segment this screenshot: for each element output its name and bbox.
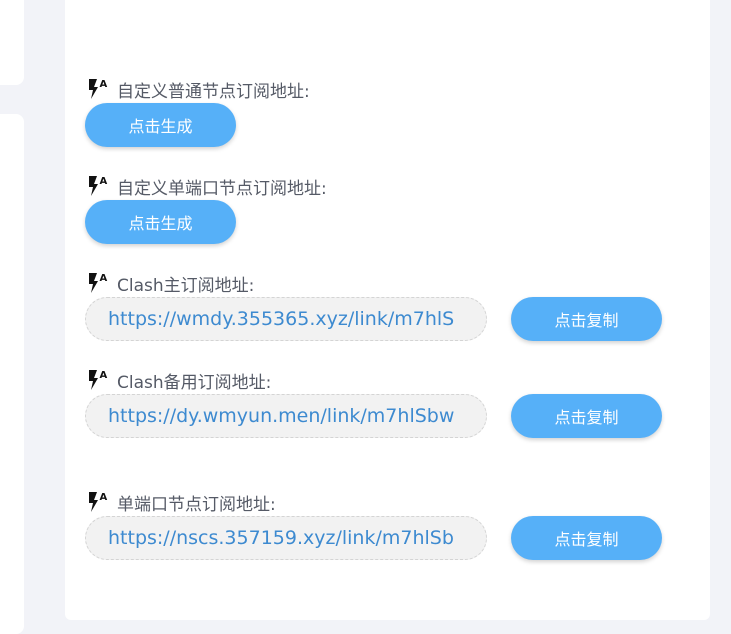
- side-card-top: [0, 0, 24, 85]
- section-single-port: A 单端口节点订阅地址:: [86, 489, 276, 515]
- generate-single-port-button[interactable]: 点击生成: [85, 200, 236, 244]
- svg-text:A: A: [100, 79, 108, 90]
- svg-text:A: A: [100, 370, 108, 381]
- section-custom-normal: A 自定义普通节点订阅地址:: [86, 76, 310, 102]
- side-card-bottom: [0, 114, 24, 634]
- svg-text:A: A: [100, 492, 108, 503]
- section-label: Clash备用订阅地址:: [117, 372, 272, 393]
- generate-normal-button[interactable]: 点击生成: [85, 103, 236, 147]
- section-clash-main: A Clash主订阅地址:: [86, 270, 254, 296]
- section-label: 自定义普通节点订阅地址:: [117, 81, 310, 102]
- svg-text:A: A: [100, 273, 108, 284]
- section-custom-single-port: A 自定义单端口节点订阅地址:: [86, 173, 327, 199]
- flash-auto-icon: A: [86, 174, 110, 198]
- section-label: 单端口节点订阅地址:: [117, 494, 276, 515]
- copy-clash-backup-button[interactable]: 点击复制: [511, 394, 662, 438]
- section-label-row: A Clash备用订阅地址:: [86, 367, 271, 393]
- clash-backup-url-field[interactable]: https://dy.wmyun.men/link/m7hlSbw: [85, 394, 487, 438]
- flash-auto-icon: A: [86, 368, 110, 392]
- single-port-url-field[interactable]: https://nscs.357159.xyz/link/m7hlSb: [85, 516, 487, 560]
- section-label: 自定义单端口节点订阅地址:: [117, 178, 327, 199]
- clash-main-url-field[interactable]: https://wmdy.355365.xyz/link/m7hlS: [85, 297, 487, 341]
- copy-single-port-button[interactable]: 点击复制: [511, 516, 662, 560]
- section-label: Clash主订阅地址:: [117, 275, 255, 296]
- section-label-row: A 自定义普通节点订阅地址:: [86, 76, 310, 102]
- section-label-row: A Clash主订阅地址:: [86, 270, 254, 296]
- copy-clash-main-button[interactable]: 点击复制: [511, 297, 662, 341]
- svg-text:A: A: [100, 176, 108, 187]
- flash-auto-icon: A: [86, 77, 110, 101]
- flash-auto-icon: A: [86, 490, 110, 514]
- flash-auto-icon: A: [86, 271, 110, 295]
- section-clash-backup: A Clash备用订阅地址:: [86, 367, 271, 393]
- section-label-row: A 单端口节点订阅地址:: [86, 489, 276, 515]
- section-label-row: A 自定义单端口节点订阅地址:: [86, 173, 327, 199]
